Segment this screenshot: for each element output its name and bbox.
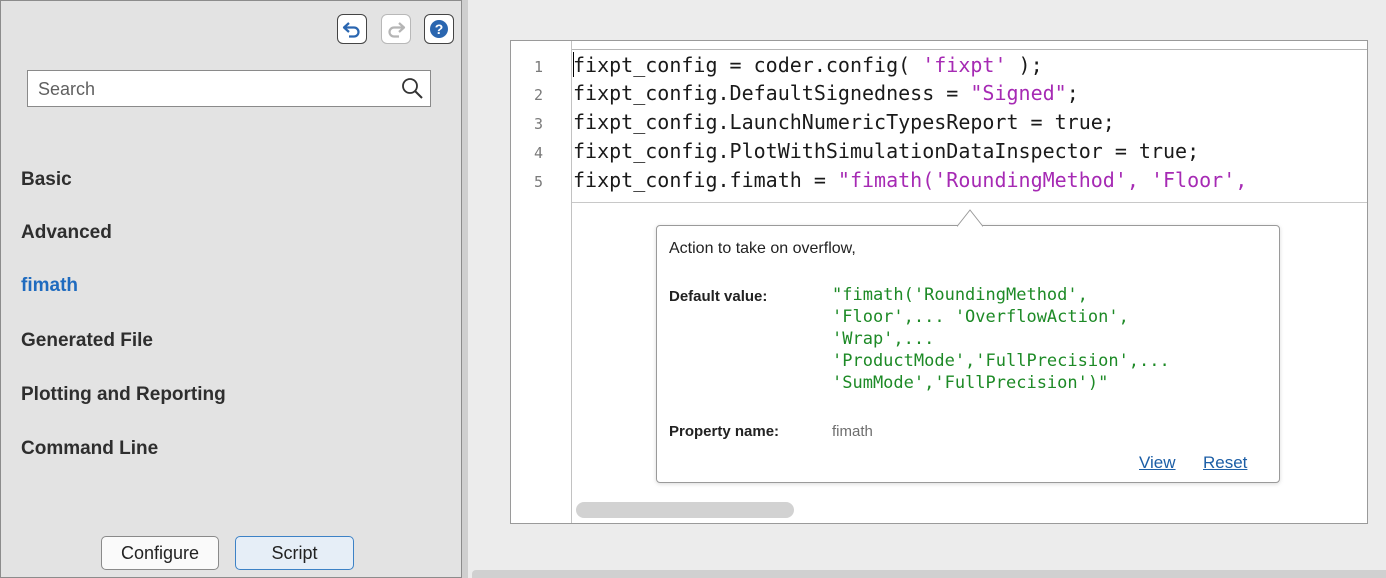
code-line[interactable]: fixpt_config.LaunchNumericTypesReport = … xyxy=(573,110,1115,134)
tooltip-description: Action to take on overflow, xyxy=(669,240,856,257)
search-input[interactable] xyxy=(36,71,390,108)
default-value-text: "fimath('RoundingMethod', 'Floor',... 'O… xyxy=(832,285,1170,393)
code-line[interactable]: fixpt_config = coder.config( 'fixpt' ); xyxy=(573,53,1043,77)
property-name-label: Property name: xyxy=(669,423,780,440)
code-text: ); xyxy=(1006,53,1043,77)
code-string: 'fixpt' xyxy=(922,53,1007,77)
sidebar-item-basic[interactable]: Basic xyxy=(21,169,72,191)
settings-sidebar: ? Basic Advanced fimath Generated File P… xyxy=(0,0,462,578)
tooltip-pointer xyxy=(957,209,983,227)
line-number: 1 xyxy=(533,58,543,76)
view-link[interactable]: View xyxy=(1139,453,1176,473)
search-icon[interactable] xyxy=(400,76,424,100)
line-number-gutter: 1 2 3 4 5 xyxy=(511,41,572,523)
code-text: fixpt_config = coder.config( xyxy=(573,53,923,77)
code-text: fixpt_config.LaunchNumericTypesReport = … xyxy=(573,110,1115,134)
sidebar-item-fimath[interactable]: fimath xyxy=(21,275,78,297)
sidebar-item-generated-file[interactable]: Generated File xyxy=(21,330,153,352)
undo-icon xyxy=(342,22,360,38)
code-area-bottom-rule xyxy=(572,202,1367,203)
svg-text:?: ? xyxy=(435,21,444,37)
code-text: fixpt_config.PlotWithSimulationDataInspe… xyxy=(573,139,1200,163)
reset-link[interactable]: Reset xyxy=(1203,453,1247,473)
script-button[interactable]: Script xyxy=(235,536,354,570)
editor-top-rule xyxy=(572,49,1367,50)
sidebar-item-advanced[interactable]: Advanced xyxy=(21,222,112,244)
property-name-value: fimath xyxy=(832,423,873,440)
redo-icon xyxy=(388,22,406,38)
bottom-scrollbar[interactable] xyxy=(472,570,1386,578)
horizontal-scrollbar-thumb[interactable] xyxy=(576,502,794,518)
code-string: "Signed" xyxy=(970,81,1067,105)
line-number: 5 xyxy=(533,173,543,191)
search-box xyxy=(27,70,431,108)
default-value-label: Default value: xyxy=(669,288,768,305)
pane-divider[interactable] xyxy=(462,0,468,578)
undo-button[interactable] xyxy=(337,14,367,44)
code-text: ; xyxy=(1066,81,1079,105)
sidebar-item-plotting-and-reporting[interactable]: Plotting and Reporting xyxy=(21,384,226,406)
code-string: "fimath('RoundingMethod', 'Floor', xyxy=(837,168,1248,192)
code-text: fixpt_config.DefaultSignedness = xyxy=(573,81,971,105)
help-button[interactable]: ? xyxy=(424,14,454,44)
configure-button[interactable]: Configure xyxy=(101,536,219,570)
code-line[interactable]: fixpt_config.PlotWithSimulationDataInspe… xyxy=(573,139,1199,163)
line-number: 2 xyxy=(533,86,543,104)
code-line[interactable]: fixpt_config.fimath = "fimath('RoundingM… xyxy=(573,168,1247,192)
line-number: 4 xyxy=(533,144,543,162)
code-line[interactable]: fixpt_config.DefaultSignedness = "Signed… xyxy=(573,81,1079,105)
sidebar-item-command-line[interactable]: Command Line xyxy=(21,438,158,460)
property-tooltip: Action to take on overflow, Default valu… xyxy=(656,209,1280,483)
line-number: 3 xyxy=(533,115,543,133)
redo-button[interactable] xyxy=(381,14,411,44)
help-icon: ? xyxy=(430,20,448,38)
code-text: fixpt_config.fimath = xyxy=(573,168,838,192)
